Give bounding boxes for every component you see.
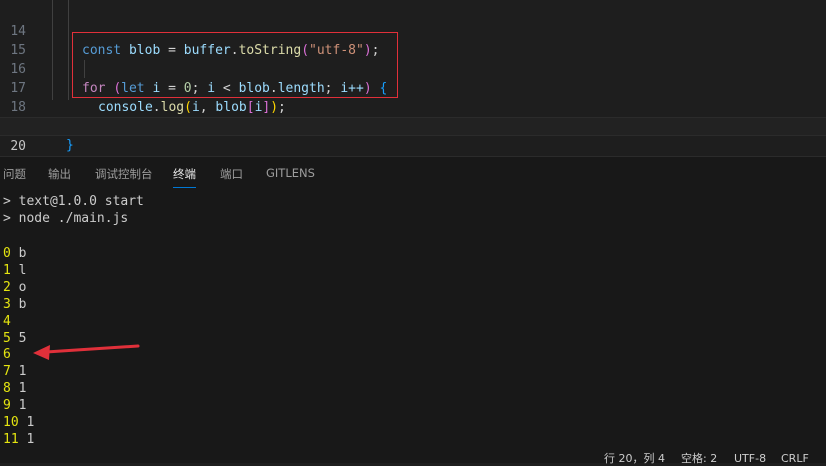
annotation-arrow (33, 344, 140, 360)
